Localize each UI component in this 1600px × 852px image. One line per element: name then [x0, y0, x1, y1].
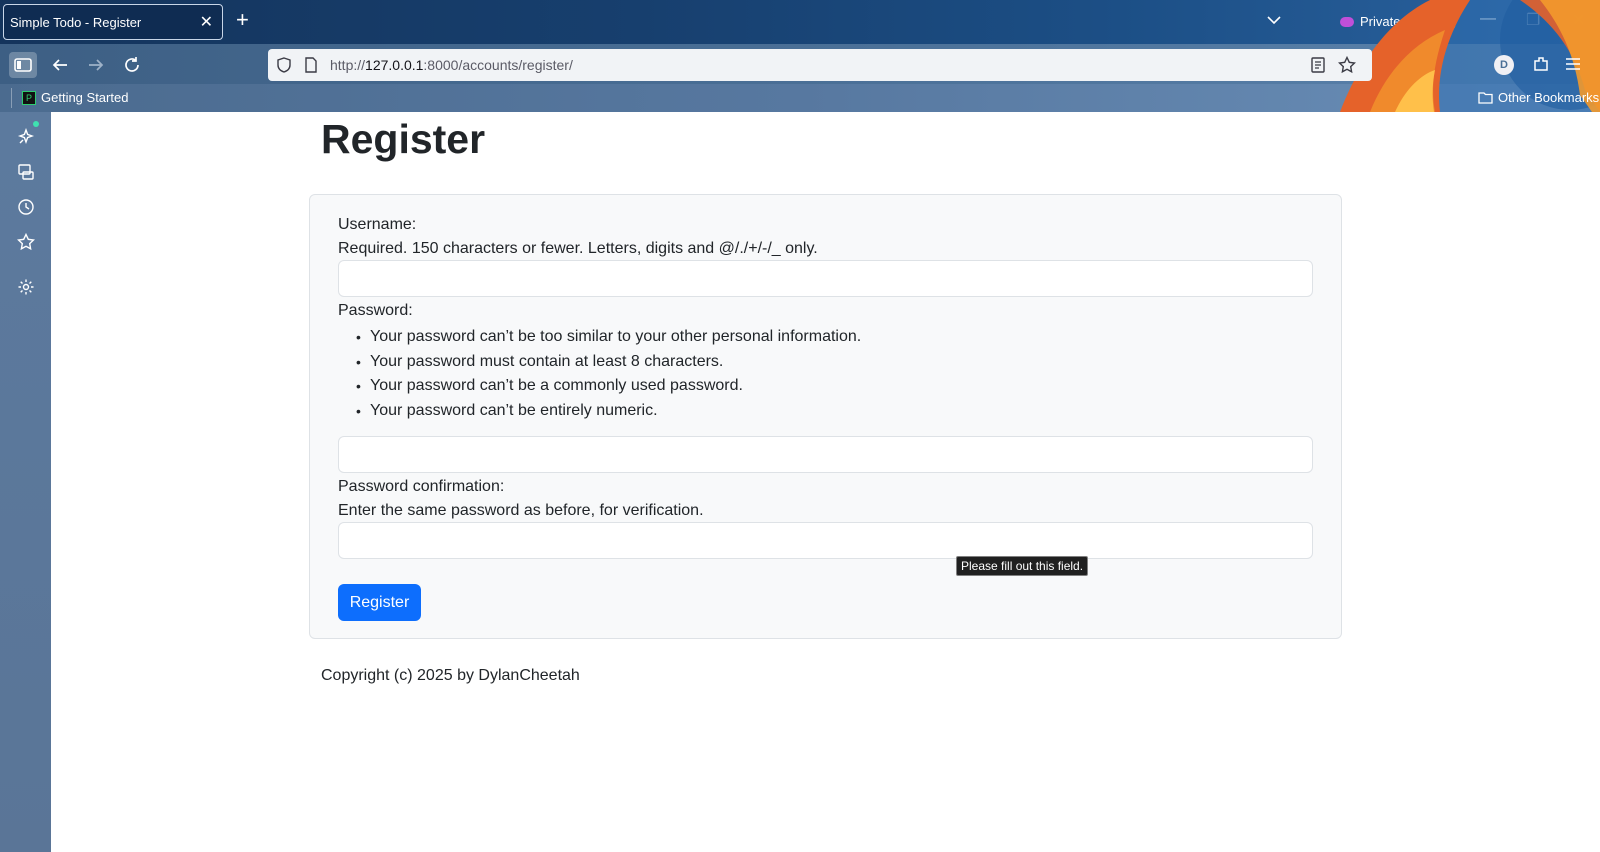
extensions-icon[interactable]: [1532, 55, 1550, 73]
private-browsing-indicator: Private browsing: [1340, 14, 1456, 29]
synced-tabs-icon[interactable]: [17, 163, 35, 181]
menu-icon[interactable]: [1564, 55, 1582, 73]
password-rule: Your password can’t be too similar to yo…: [356, 325, 861, 350]
settings-icon[interactable]: [17, 278, 35, 296]
password-rule: Your password can’t be a commonly used p…: [356, 374, 861, 399]
list-all-tabs-icon[interactable]: [1266, 12, 1282, 33]
bookmark-star-icon[interactable]: [1338, 56, 1356, 74]
password-rules-list: Your password can’t be too similar to yo…: [356, 325, 861, 423]
password-confirm-help-text: Enter the same password as before, for v…: [338, 502, 704, 519]
new-tab-button[interactable]: +: [236, 9, 249, 31]
reload-icon: [125, 57, 139, 72]
folder-icon: [1478, 92, 1493, 104]
history-icon[interactable]: [17, 198, 35, 216]
page-info-icon[interactable]: [304, 57, 318, 73]
tracking-protection-shield-icon[interactable]: [276, 57, 292, 73]
tab-title: Simple Todo - Register: [10, 14, 142, 30]
minimize-button[interactable]: —: [1480, 10, 1496, 28]
username-input[interactable]: [338, 260, 1313, 297]
reader-view-icon[interactable]: [1310, 57, 1326, 73]
password-confirm-input[interactable]: [338, 522, 1313, 559]
url-text[interactable]: http://127.0.0.1:8000/accounts/register/: [330, 57, 573, 73]
bookmarks-toolbar: [0, 84, 1600, 112]
arrow-right-icon: [89, 59, 104, 71]
url-host: 127.0.0.1: [365, 57, 424, 73]
password-rule: Your password can’t be entirely numeric.: [356, 399, 861, 424]
password-rule: Your password must contain at least 8 ch…: [356, 350, 861, 375]
tab-close-icon[interactable]: ✕: [200, 12, 213, 32]
username-label: Username:: [338, 216, 417, 233]
url-scheme: http://: [330, 57, 366, 73]
pycharm-favicon-icon: P: [22, 90, 36, 105]
title-bar: Simple Todo - Register ✕ + Private brows…: [0, 0, 1600, 44]
address-bar[interactable]: http://127.0.0.1:8000/accounts/register/: [268, 49, 1372, 81]
other-bookmarks-label: Other Bookmarks: [1498, 90, 1600, 105]
notification-dot: [33, 121, 39, 127]
arrow-left-icon: [52, 59, 67, 71]
private-mask-icon: [1340, 16, 1354, 27]
bookmarks-icon[interactable]: [17, 233, 35, 251]
password-label: Password:: [338, 302, 413, 319]
page-title: Register: [321, 116, 486, 162]
url-path: :8000/accounts/register/: [423, 57, 573, 73]
bookmark-getting-started[interactable]: P Getting Started: [22, 90, 128, 105]
other-bookmarks[interactable]: Other Bookmarks: [1478, 90, 1599, 105]
forward-button[interactable]: [82, 52, 110, 78]
window-close-button[interactable]: ✕: [1572, 10, 1585, 30]
sidebar-icon: [14, 58, 32, 72]
username-help-text: Required. 150 characters or fewer. Lette…: [338, 240, 818, 257]
tab-simple-todo-register[interactable]: Simple Todo - Register ✕: [3, 4, 223, 40]
account-avatar[interactable]: D: [1494, 55, 1514, 75]
restore-button[interactable]: ❐: [1526, 10, 1540, 30]
back-button[interactable]: [46, 52, 74, 78]
sidebar-toggle-button[interactable]: [9, 52, 37, 78]
register-button[interactable]: Register: [338, 584, 421, 621]
browser-sidebar: [0, 112, 51, 852]
validation-tooltip: Please fill out this field.: [956, 556, 1089, 576]
ai-chatbot-icon[interactable]: [17, 128, 35, 146]
password-input[interactable]: [338, 436, 1313, 473]
footer-copyright: Copyright (c) 2025 by DylanCheetah: [321, 667, 580, 684]
private-browsing-label: Private browsing: [1360, 14, 1457, 29]
bookmarks-separator: [11, 88, 12, 108]
reload-button[interactable]: [118, 52, 146, 78]
bookmark-label: Getting Started: [41, 90, 129, 105]
password-confirm-label: Password confirmation:: [338, 478, 505, 495]
